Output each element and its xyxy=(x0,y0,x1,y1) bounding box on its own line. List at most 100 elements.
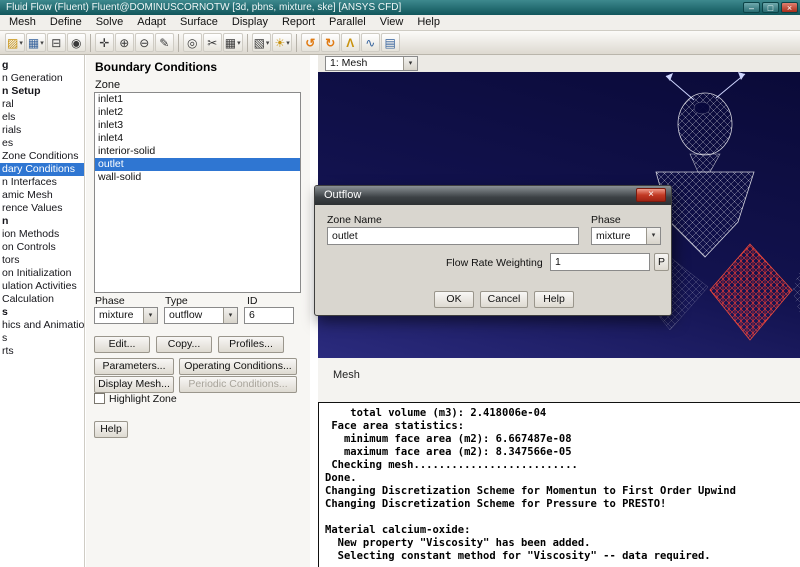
iterate-button[interactable]: ↻ xyxy=(320,33,340,52)
chevron-down-icon: ▾ xyxy=(19,39,23,47)
zoom-in-button[interactable]: ⊕ xyxy=(114,33,134,52)
zone-list-item[interactable]: inlet4 xyxy=(95,132,300,145)
help-button[interactable]: Help xyxy=(94,421,128,438)
tree-item[interactable]: n xyxy=(0,215,84,228)
tree-item[interactable]: s xyxy=(0,306,84,319)
zoom-out-button[interactable]: ⊖ xyxy=(134,33,154,52)
tree-item[interactable]: on Controls xyxy=(0,241,84,254)
edit-button[interactable]: Edit... xyxy=(94,336,150,353)
pencil-button[interactable]: ✎ xyxy=(154,33,174,52)
zone-list-item[interactable]: inlet2 xyxy=(95,106,300,119)
highlight-zone-checkbox[interactable] xyxy=(94,393,105,404)
tree-item[interactable]: rence Values xyxy=(0,202,84,215)
menu-display[interactable]: Display xyxy=(225,15,275,30)
cancel-button[interactable]: Cancel xyxy=(480,291,528,308)
zone-list-item[interactable]: interior-solid xyxy=(95,145,300,158)
menu-surface[interactable]: Surface xyxy=(173,15,225,30)
tree-item[interactable]: on Initialization xyxy=(0,267,84,280)
lights-button[interactable]: ☀ ▾ xyxy=(272,33,292,52)
minimize-button[interactable]: – xyxy=(743,2,760,13)
measure-button[interactable]: ✂ xyxy=(202,33,222,52)
tree-item[interactable]: g xyxy=(0,59,84,72)
display-mesh-button[interactable]: Display Mesh... xyxy=(94,376,174,393)
console-line: Material calcium-oxide: xyxy=(325,524,471,536)
window-title: Fluid Flow (Fluent) Fluent@DOMINUSCORNOT… xyxy=(6,2,402,13)
menu-help[interactable]: Help xyxy=(410,15,447,30)
console-output[interactable]: total volume (m3): 2.418006e-04 Face are… xyxy=(318,402,800,567)
menu-define[interactable]: Define xyxy=(43,15,89,30)
report-icon: ▤ xyxy=(384,35,396,50)
close-icon: × xyxy=(648,189,654,200)
menu-mesh[interactable]: Mesh xyxy=(2,15,43,30)
periodic-conditions-button[interactable]: Periodic Conditions... xyxy=(179,376,297,393)
dialog-title-bar[interactable]: Outflow × xyxy=(315,186,671,205)
tree-item[interactable]: rials xyxy=(0,124,84,137)
dialog-phase-select[interactable]: mixture ▾ xyxy=(591,227,661,245)
save-button[interactable]: ▦ ▾ xyxy=(25,33,46,52)
operating-conditions-button[interactable]: Operating Conditions... xyxy=(179,358,297,375)
console-line: minimum face area (m2): 6.667487e-08 xyxy=(325,433,572,445)
window-controls: – □ × xyxy=(743,2,798,13)
tree-item[interactable]: es xyxy=(0,137,84,150)
phase-select[interactable]: mixture ▾ xyxy=(94,307,158,324)
zone-list-item[interactable]: inlet1 xyxy=(95,93,300,106)
residuals-button[interactable]: ∿ xyxy=(360,33,380,52)
menu-view[interactable]: View xyxy=(373,15,411,30)
menu-solve[interactable]: Solve xyxy=(89,15,131,30)
console-line: New property "Viscosity" has been added. xyxy=(325,537,591,549)
dialog-phase-label: Phase xyxy=(591,214,621,226)
profiles-button[interactable]: Profiles... xyxy=(218,336,284,353)
copy-button[interactable]: Copy... xyxy=(156,336,212,353)
snapshot-button[interactable]: ◉ xyxy=(66,33,86,52)
tree-item[interactable]: n Interfaces xyxy=(0,176,84,189)
menu-parallel[interactable]: Parallel xyxy=(322,15,373,30)
menu-adapt[interactable]: Adapt xyxy=(130,15,173,30)
menu-report[interactable]: Report xyxy=(275,15,322,30)
close-button[interactable]: × xyxy=(781,2,798,13)
lambda-button[interactable]: Λ xyxy=(340,33,360,52)
chevron-down-icon: ▾ xyxy=(403,57,417,70)
console-line: Done. xyxy=(325,472,357,484)
tree-item[interactable]: tors xyxy=(0,254,84,267)
flow-rate-field[interactable]: 1 xyxy=(550,253,650,271)
tree-item[interactable]: els xyxy=(0,111,84,124)
zone-name-field[interactable]: outlet xyxy=(327,227,579,245)
zone-list-item[interactable]: inlet3 xyxy=(95,119,300,132)
ok-button[interactable]: OK xyxy=(434,291,474,308)
probe-button[interactable]: ◎ xyxy=(182,33,202,52)
view-selector[interactable]: 1: Mesh ▾ xyxy=(325,56,418,71)
tree-item[interactable]: Calculation xyxy=(0,293,84,306)
tree-item[interactable]: amic Mesh xyxy=(0,189,84,202)
print-button[interactable]: ⊟ xyxy=(46,33,66,52)
dialog-help-button[interactable]: Help xyxy=(534,291,574,308)
parameters-button[interactable]: Parameters... xyxy=(94,358,174,375)
tree-item[interactable]: n Generation xyxy=(0,72,84,85)
tree-item-boundary-conditions[interactable]: dary Conditions xyxy=(0,163,84,176)
open-button[interactable]: ▨ ▾ xyxy=(5,33,25,52)
id-label: ID xyxy=(247,295,258,307)
type-select[interactable]: outflow ▾ xyxy=(164,307,238,324)
zone-list-item[interactable]: wall-solid xyxy=(95,171,300,184)
tree-item[interactable]: rts xyxy=(0,345,84,358)
maximize-button[interactable]: □ xyxy=(762,2,779,13)
tree-item[interactable]: hics and Animations xyxy=(0,319,84,332)
dialog-close-button[interactable]: × xyxy=(636,188,666,202)
zone-list-item-outlet[interactable]: outlet xyxy=(95,158,300,171)
viewport-caption: Mesh xyxy=(333,369,360,381)
tree-item[interactable]: ral xyxy=(0,98,84,111)
id-field[interactable]: 6 xyxy=(244,307,294,324)
tree-item[interactable]: ulation Activities xyxy=(0,280,84,293)
console-line: Changing Discretization Scheme for Press… xyxy=(325,498,667,510)
tree-item[interactable]: s xyxy=(0,332,84,345)
shading-button[interactable]: ▧ ▾ xyxy=(251,33,272,52)
tree-item[interactable]: Zone Conditions xyxy=(0,150,84,163)
navigation-tree: g n Generation n Setup ral els rials es … xyxy=(0,55,85,567)
report-button[interactable]: ▤ xyxy=(380,33,400,52)
tree-item[interactable]: ion Methods xyxy=(0,228,84,241)
parameter-p-button[interactable]: P xyxy=(654,253,669,271)
tree-item[interactable]: n Setup xyxy=(0,85,84,98)
surface-grid-button[interactable]: ▦ ▾ xyxy=(222,33,243,52)
pan-rotate-button[interactable]: ✛ xyxy=(94,33,114,52)
initialize-button[interactable]: ↺ xyxy=(300,33,320,52)
measure-icon: ✂ xyxy=(207,35,218,50)
